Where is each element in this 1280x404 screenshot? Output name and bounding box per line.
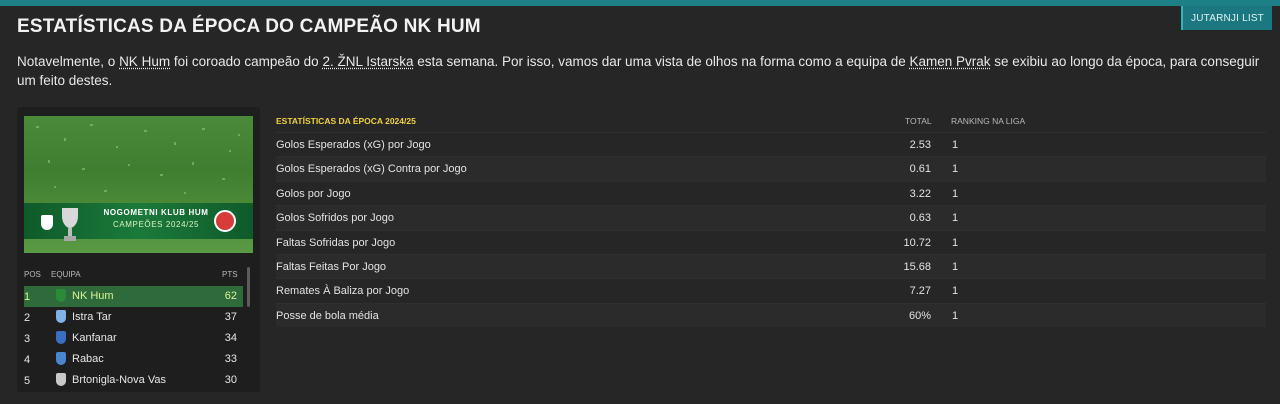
stat-total: 0.61 xyxy=(909,163,931,176)
col-pts: PTS xyxy=(222,270,238,279)
intro-text-1: Notavelmente, o xyxy=(17,54,120,69)
col-total: TOTAL xyxy=(905,116,932,126)
stat-row: Posse de bola média 60% 1 xyxy=(276,302,1266,328)
row-pts: 34 xyxy=(224,332,237,344)
top-accent-bar xyxy=(0,0,1280,6)
row-pos: 3 xyxy=(24,333,31,345)
stat-row: Golos Esperados (xG) Contra por Jogo 0.6… xyxy=(276,156,1266,181)
team-crest-icon xyxy=(56,310,66,323)
manager-link[interactable]: Kamen Pvrak xyxy=(909,54,990,69)
stat-row: Faltas Feitas Por Jogo 15.68 1 xyxy=(276,253,1266,279)
stat-label: Faltas Sofridas por Jogo xyxy=(276,236,396,249)
intro-paragraph: Notavelmente, o NK Hum foi coroado campe… xyxy=(17,52,1267,90)
team-crest-icon xyxy=(56,331,66,344)
row-pos: 5 xyxy=(24,375,31,387)
team-crest-icon xyxy=(56,373,66,386)
champion-banner-image: NOGOMETNI KLUB HUM CAMPEÕES 2024/25 xyxy=(24,116,253,253)
stat-total: 10.72 xyxy=(903,236,931,249)
row-team: Kanfanar xyxy=(72,332,117,344)
table-row[interactable]: 4 Rabac 33 xyxy=(24,349,243,370)
col-rank: RANKING NA LIGA xyxy=(951,116,1026,126)
stat-total: 2.53 xyxy=(909,139,931,151)
stat-row: Faltas Sofridas por Jogo 10.72 1 xyxy=(276,229,1266,254)
club-link[interactable]: NK Hum xyxy=(119,54,170,69)
league-card: NOGOMETNI KLUB HUM CAMPEÕES 2024/25 POS … xyxy=(17,107,260,392)
stats-rows: Golos Esperados (xG) por Jogo 2.53 1 Gol… xyxy=(276,132,1266,328)
stat-rank: 1 xyxy=(952,212,959,225)
stat-row: Golos Sofridos por Jogo 0.63 1 xyxy=(276,205,1266,230)
stat-label: Posse de bola média xyxy=(276,309,379,322)
intro-text-2: foi coroado campeão do xyxy=(170,54,323,69)
stat-total: 15.68 xyxy=(903,260,931,273)
stat-label: Golos Sofridos por Jogo xyxy=(276,212,395,225)
trophy-icon xyxy=(62,208,78,241)
stat-rank: 1 xyxy=(952,260,959,273)
stat-total: 0.63 xyxy=(909,212,931,225)
row-team: NK Hum xyxy=(72,290,114,302)
row-pts: 37 xyxy=(224,311,237,323)
team-crest-icon xyxy=(56,352,66,365)
table-scrollbar[interactable] xyxy=(247,267,250,307)
row-team: Istra Tar xyxy=(72,311,112,323)
table-row[interactable]: 5 Brtonigla-Nova Vas 30 xyxy=(24,370,243,391)
league-badge-icon xyxy=(214,210,236,232)
stat-rank: 1 xyxy=(952,236,959,249)
stat-rank: 1 xyxy=(952,139,959,151)
table-row[interactable]: 1 NK Hum 62 xyxy=(24,286,243,307)
stat-total: 60% xyxy=(908,309,931,322)
nk-hum-crest-icon xyxy=(41,215,53,230)
stat-total: 3.22 xyxy=(909,187,931,200)
stat-rank: 1 xyxy=(952,285,959,298)
row-pos: 1 xyxy=(24,291,31,303)
stat-label: Faltas Feitas Por Jogo xyxy=(276,260,387,273)
page-title: ESTATÍSTICAS DA ÉPOCA DO CAMPEÃO NK HUM xyxy=(17,16,481,37)
league-table-rows: 1 NK Hum 62 2 Istra Tar 37 3 Kanfanar 34… xyxy=(24,286,243,391)
row-team: Brtonigla-Nova Vas xyxy=(72,374,166,386)
stat-rank: 1 xyxy=(952,187,959,200)
intro-text-3: esta semana. Por isso, vamos dar uma vis… xyxy=(413,54,910,69)
row-pts: 30 xyxy=(224,374,237,386)
table-row[interactable]: 2 Istra Tar 37 xyxy=(24,307,243,328)
stat-rank: 1 xyxy=(952,163,959,176)
banner-champions-text: CAMPEÕES 2024/25 xyxy=(112,220,200,229)
row-pts: 62 xyxy=(224,290,237,302)
season-stats-table: ESTATÍSTICAS DA ÉPOCA 2024/25 TOTAL RANK… xyxy=(276,110,1266,328)
stats-title: ESTATÍSTICAS DA ÉPOCA 2024/25 xyxy=(276,116,416,126)
stat-total: 7.27 xyxy=(909,285,931,298)
stat-label: Remates À Baliza por Jogo xyxy=(276,285,410,298)
row-pts: 33 xyxy=(224,353,237,365)
stat-label: Golos Esperados (xG) Contra por Jogo xyxy=(276,163,467,176)
source-tag: JUTARNJI LIST xyxy=(1181,6,1272,30)
team-crest-icon xyxy=(56,289,66,302)
league-table-header: POS EQUIPA PTS xyxy=(24,270,253,284)
stat-row: Golos Esperados (xG) por Jogo 2.53 1 xyxy=(276,132,1266,156)
stat-row: Remates À Baliza por Jogo 7.27 1 xyxy=(276,278,1266,302)
row-pos: 2 xyxy=(24,312,31,324)
row-team: Rabac xyxy=(72,353,104,365)
stat-row: Golos por Jogo 3.22 1 xyxy=(276,180,1266,205)
banner-club-name: NOGOMETNI KLUB HUM xyxy=(103,208,209,217)
row-pos: 4 xyxy=(24,354,31,366)
table-row[interactable]: 3 Kanfanar 34 xyxy=(24,328,243,349)
stat-rank: 1 xyxy=(952,309,959,322)
col-team: EQUIPA xyxy=(51,270,81,279)
col-pos: POS xyxy=(24,270,41,279)
league-link[interactable]: 2. ŽNL Istarska xyxy=(322,54,413,69)
stat-label: Golos Esperados (xG) por Jogo xyxy=(276,139,431,151)
stat-label: Golos por Jogo xyxy=(276,187,351,200)
stats-header: ESTATÍSTICAS DA ÉPOCA 2024/25 TOTAL RANK… xyxy=(276,110,1266,132)
